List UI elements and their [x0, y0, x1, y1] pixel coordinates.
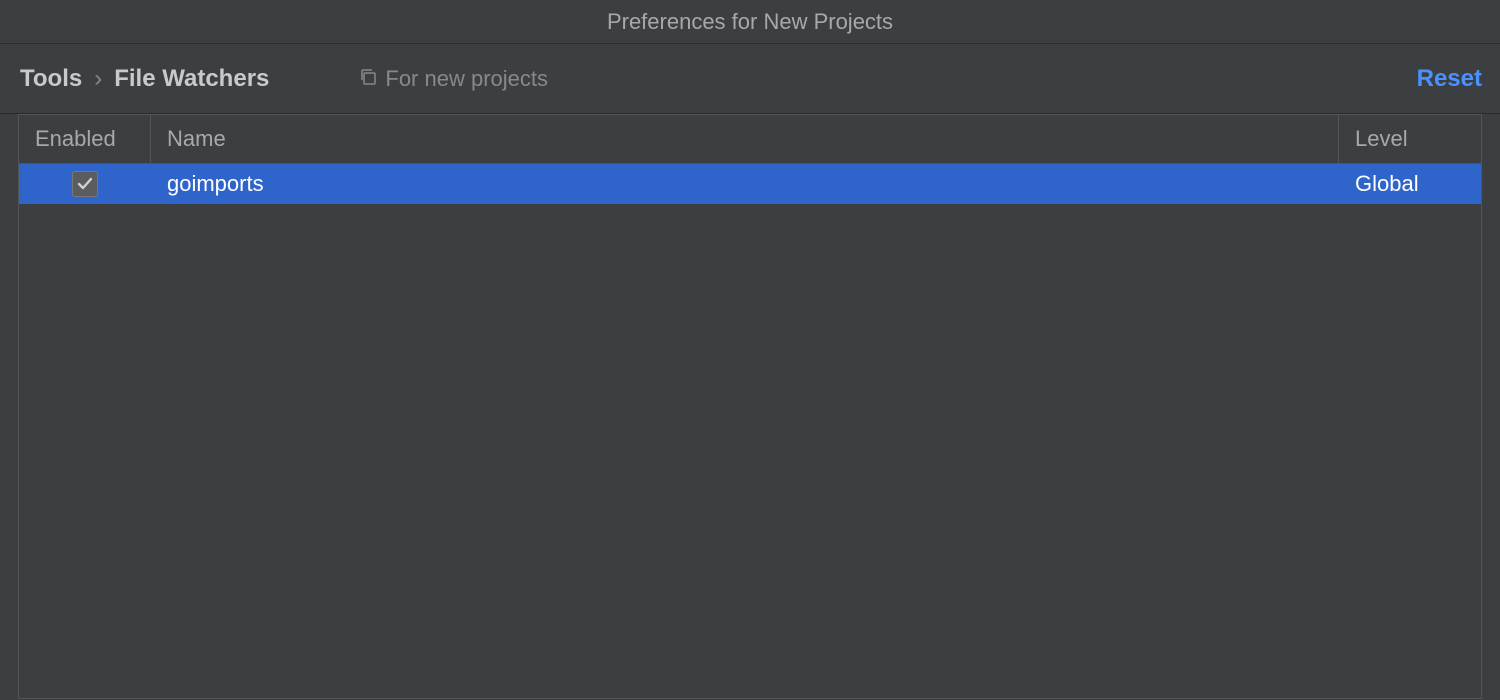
scope-indicator: For new projects	[359, 66, 548, 92]
reset-button[interactable]: Reset	[1417, 65, 1482, 93]
window-titlebar: Preferences for New Projects	[0, 0, 1500, 44]
cell-name: goimports	[151, 164, 1339, 204]
check-icon	[76, 175, 94, 193]
table-row[interactable]: goimports Global	[19, 164, 1481, 204]
scope-label: For new projects	[385, 66, 548, 92]
content-area: Enabled Name Level goimports Global	[0, 114, 1500, 700]
cell-level: Global	[1339, 164, 1481, 204]
header-row: Tools › File Watchers For new projects R…	[0, 44, 1500, 114]
file-watchers-table: Enabled Name Level goimports Global	[18, 114, 1482, 699]
breadcrumb-root[interactable]: Tools	[20, 65, 82, 93]
breadcrumb: Tools › File Watchers	[20, 65, 269, 93]
enabled-checkbox[interactable]	[72, 171, 98, 197]
cell-enabled	[19, 164, 151, 204]
breadcrumb-leaf: File Watchers	[114, 65, 269, 93]
column-header-name[interactable]: Name	[151, 115, 1339, 163]
copy-icon	[359, 66, 377, 92]
column-header-enabled[interactable]: Enabled	[19, 115, 151, 163]
table-header: Enabled Name Level	[19, 114, 1481, 164]
window-title: Preferences for New Projects	[607, 9, 893, 35]
column-header-level[interactable]: Level	[1339, 115, 1481, 163]
chevron-right-icon: ›	[94, 65, 102, 93]
